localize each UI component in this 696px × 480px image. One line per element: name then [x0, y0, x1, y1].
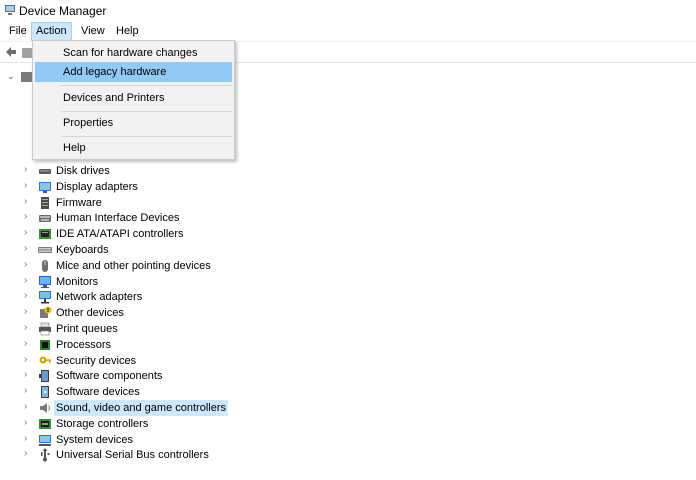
menu-item-scan-hardware[interactable]: Scan for hardware changes: [35, 43, 232, 63]
chevron-right-icon[interactable]: ›: [24, 449, 32, 459]
tree-item-label: Software components: [56, 370, 163, 383]
device-manager-icon: [5, 5, 15, 15]
chevron-right-icon[interactable]: ›: [24, 275, 32, 286]
firmware-icon: [41, 196, 49, 209]
tree-item[interactable]: › IDE ATA/ATAPI controllers: [0, 226, 696, 242]
tree-item[interactable]: › Universal Serial Bus controllers: [0, 447, 696, 463]
tree-item-label: Sound, video and game controllers: [54, 400, 228, 416]
menu-bar: File Action View Help: [0, 22, 696, 41]
tree-item[interactable]: › Keyboards: [0, 242, 696, 258]
chevron-right-icon[interactable]: ›: [24, 386, 32, 396]
security-device-icon: [39, 356, 51, 364]
disk-drive-icon: [39, 169, 51, 174]
menu-file[interactable]: File: [5, 22, 31, 41]
menu-item-help[interactable]: Help: [35, 138, 232, 158]
window-title: Device Manager: [19, 4, 107, 18]
chevron-right-icon[interactable]: ›: [24, 433, 32, 444]
tree-item-label: Monitors: [56, 275, 99, 288]
tree-item[interactable]: › Software components: [0, 368, 696, 384]
action-dropdown-menu: Scan for hardware changes Add legacy har…: [32, 40, 235, 160]
chevron-right-icon[interactable]: ›: [24, 259, 32, 270]
menu-separator: [61, 85, 232, 86]
hid-icon: [39, 215, 51, 223]
tree-item-label: Display adapters: [56, 180, 138, 193]
chevron-right-icon[interactable]: ›: [24, 354, 32, 365]
tree-item[interactable]: › Firmware: [0, 195, 696, 211]
toolbar-button-icon[interactable]: [22, 48, 32, 58]
tree-item-label: Print queues: [56, 323, 118, 335]
tree-item[interactable]: › Human Interface Devices: [0, 210, 696, 226]
tree-item[interactable]: › System devices: [0, 432, 696, 448]
keyboard-icon: [38, 247, 52, 253]
other-device-icon: [40, 306, 52, 319]
chevron-right-icon[interactable]: ›: [24, 244, 32, 254]
chevron-right-icon[interactable]: ›: [24, 370, 32, 380]
tree-item[interactable]: › Software devices: [0, 384, 696, 400]
menu-separator: [61, 111, 232, 112]
chevron-right-icon[interactable]: ›: [24, 307, 32, 317]
chevron-right-icon[interactable]: ›: [24, 402, 32, 412]
menu-item-properties[interactable]: Properties: [35, 113, 232, 133]
menu-separator: [61, 136, 232, 137]
software-device-icon: [41, 386, 49, 399]
device-manager-window: Device Manager File Action View Help ⌄ ›…: [0, 0, 696, 480]
menu-help[interactable]: Help: [112, 22, 143, 41]
chevron-right-icon[interactable]: ›: [24, 180, 32, 191]
tree-item-label: Keyboards: [56, 244, 109, 256]
chevron-right-icon[interactable]: ›: [24, 212, 32, 222]
tree-item-label: Mice and other pointing devices: [56, 259, 211, 272]
monitor-icon: [39, 275, 51, 288]
tree-item-label: System devices: [56, 433, 134, 446]
system-device-icon: [39, 434, 51, 446]
tree-item[interactable]: › Sound, video and game controllers: [0, 400, 696, 416]
tree-item[interactable]: › Display adapters: [0, 179, 696, 195]
tree-item[interactable]: › Mice and other pointing devices: [0, 258, 696, 274]
menu-view[interactable]: View: [77, 22, 109, 41]
tree-item-label: Universal Serial Bus controllers: [56, 449, 209, 462]
menu-item-add-legacy-hardware[interactable]: Add legacy hardware: [35, 62, 232, 82]
tree-item[interactable]: › Network adapters: [0, 289, 696, 305]
network-adapter-icon: [39, 291, 51, 304]
processor-icon: [40, 339, 50, 350]
chevron-right-icon[interactable]: ›: [24, 228, 32, 238]
tree-item-label: IDE ATA/ATAPI controllers: [56, 228, 184, 241]
chevron-down-icon[interactable]: ⌄: [7, 71, 15, 82]
tree-item[interactable]: › Print queues: [0, 321, 696, 337]
chevron-right-icon[interactable]: ›: [24, 196, 32, 207]
chevron-right-icon[interactable]: ›: [24, 323, 32, 333]
printer-icon: [39, 322, 51, 336]
chevron-right-icon[interactable]: ›: [24, 291, 32, 301]
tree-item-label: Disk drives: [56, 165, 110, 177]
menu-item-devices-printers[interactable]: Devices and Printers: [35, 88, 232, 108]
tree-item[interactable]: › Processors: [0, 337, 696, 353]
ide-controller-icon: [39, 229, 51, 240]
chevron-right-icon[interactable]: ›: [24, 165, 32, 175]
title-bar: Device Manager: [0, 0, 696, 22]
tree-item[interactable]: › Security devices: [0, 353, 696, 369]
tree-item-label: Other devices: [56, 307, 124, 320]
tree-item-label: Firmware: [56, 196, 102, 209]
display-adapter-icon: [39, 181, 51, 193]
mouse-icon: [42, 259, 48, 272]
sound-icon: [40, 403, 50, 413]
tree-item[interactable]: › Monitors: [0, 274, 696, 290]
tree-item[interactable]: › Disk drives: [0, 163, 696, 179]
tree-item[interactable]: › Storage controllers: [0, 416, 696, 432]
tree-item-label: Human Interface Devices: [56, 212, 180, 225]
tree-item[interactable]: › Other devices: [0, 305, 696, 321]
tree-item-label: Security devices: [56, 354, 137, 367]
back-arrow-icon[interactable]: [4, 45, 18, 59]
chevron-right-icon[interactable]: ›: [24, 417, 32, 428]
tree-item-label: Processors: [56, 338, 112, 351]
menu-action[interactable]: Action: [31, 22, 72, 41]
tree-item-label: Software devices: [56, 386, 140, 399]
tree-item-label: Storage controllers: [56, 417, 149, 430]
software-component-icon: [39, 370, 49, 383]
tree-item-label: Network adapters: [56, 291, 143, 304]
chevron-right-icon[interactable]: ›: [24, 338, 32, 349]
storage-controller-icon: [39, 418, 51, 429]
usb-icon: [41, 448, 50, 462]
